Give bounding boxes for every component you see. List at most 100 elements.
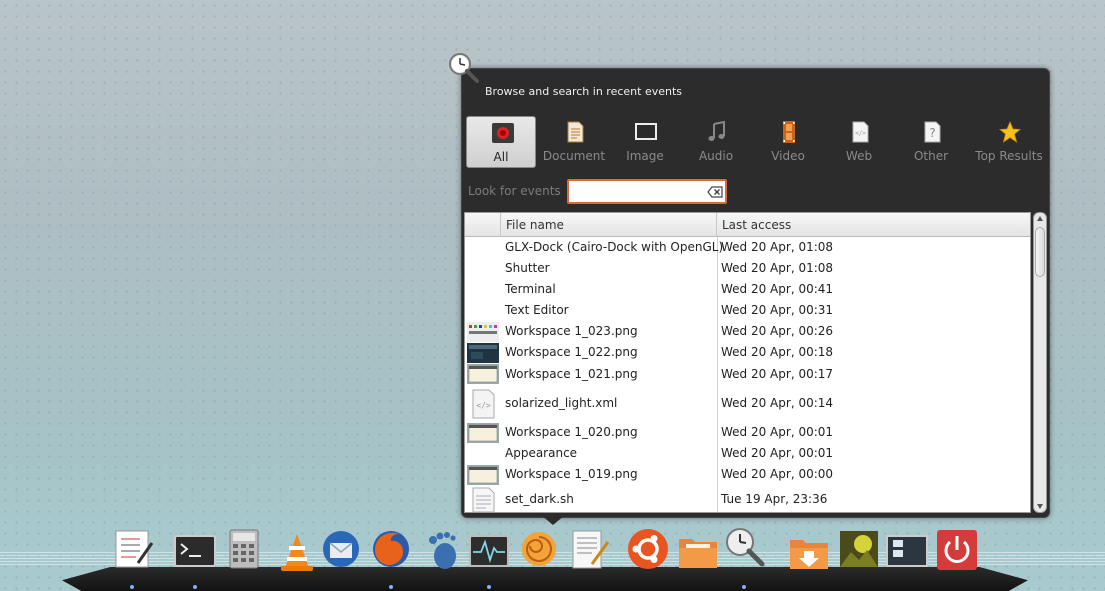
text-editor-icon[interactable] [568,528,612,572]
search-label: Look for events [468,184,561,198]
svg-text:</>: </> [855,130,866,137]
tab-label: Document [542,149,606,163]
last-access-cell: Wed 20 Apr, 00:01 [721,425,834,439]
scrollbar-thumb[interactable] [1035,227,1045,277]
table-header: File name Last access [465,213,1030,237]
tab-audio[interactable]: Audio [681,116,751,168]
last-access-cell: Wed 20 Apr, 01:08 [721,240,834,254]
xml-file-icon: </> [467,389,499,422]
tab-label: Audio [698,149,734,163]
table-row[interactable]: Workspace 1_022.png Wed 20 Apr, 00:18 [465,342,1030,363]
scroll-up-arrow-icon[interactable] [1036,215,1044,223]
table-row[interactable]: set_dark.sh Tue 19 Apr, 23:36 [465,485,1030,512]
last-access-cell: Wed 20 Apr, 00:31 [721,303,834,317]
table-row[interactable]: Appearance Wed 20 Apr, 00:01 [465,443,1030,464]
tab-other[interactable]: ? Other [896,116,966,168]
file-manager-icon[interactable] [676,530,720,574]
workspace-switcher-icon[interactable] [885,530,929,574]
ubuntu-logo-icon[interactable] [626,527,670,571]
window-pointer [541,515,565,525]
question-file-icon: ? [924,121,941,143]
tab-label: All [493,150,509,164]
calculator-icon[interactable] [222,527,266,571]
tab-video[interactable]: Video [753,116,823,168]
tab-label: Other [913,149,949,163]
tab-label: Top Results [975,149,1043,163]
last-access-cell: Wed 20 Apr, 00:18 [721,345,834,359]
music-note-icon [708,121,725,141]
vertical-scrollbar[interactable] [1033,212,1047,513]
tab-label: Video [771,149,805,163]
file-name-cell: Text Editor [505,303,569,317]
table-row[interactable]: Workspace 1_023.png Wed 20 Apr, 00:26 [465,321,1030,342]
table-row[interactable]: Workspace 1_021.png Wed 20 Apr, 00:17 [465,363,1030,387]
tab-label: Image [626,149,664,163]
last-access-cell: Wed 20 Apr, 00:26 [721,324,834,338]
search-input[interactable] [572,183,704,200]
notes-icon[interactable] [112,527,156,571]
last-access-cell: Wed 20 Apr, 00:14 [721,396,834,410]
tab-web[interactable]: </> Web [824,116,894,168]
table-row[interactable]: Shutter Wed 20 Apr, 01:08 [465,258,1030,279]
file-name-cell: Appearance [505,446,578,460]
gnome-foot-icon[interactable] [419,528,463,572]
image-viewer-icon[interactable] [837,528,881,572]
star-icon [998,121,1022,143]
tab-document[interactable]: Document [539,116,609,168]
events-table: File name Last access GLX-Dock (Cairo-Do… [464,212,1031,513]
table-row[interactable]: Workspace 1_020.png Wed 20 Apr, 00:01 [465,422,1030,443]
last-access-cell: Wed 20 Apr, 00:01 [721,446,834,460]
document-icon [567,121,584,143]
file-name-cell: Terminal [505,282,556,296]
table-row[interactable]: </> solarized_light.xml Wed 20 Apr, 00:14 [465,385,1030,422]
tab-all[interactable]: All [466,116,536,168]
svg-text:?: ? [929,126,935,140]
downloads-folder-icon[interactable] [787,531,831,575]
last-access-cell: Wed 20 Apr, 00:00 [721,467,834,481]
clock-search-icon[interactable] [446,51,480,83]
tab-label: Web [845,149,873,163]
clear-text-icon[interactable] [707,186,723,198]
system-monitor-icon[interactable] [467,530,511,574]
file-name-cell: set_dark.sh [505,492,574,506]
thumbnail-image [467,364,499,387]
table-row[interactable]: Text Editor Wed 20 Apr, 00:31 [465,300,1030,321]
file-name-cell: GLX-Dock (Cairo-Dock with OpenGL) [505,240,724,254]
web-page-icon: </> [852,121,869,143]
nautilus-shell-icon[interactable] [517,527,561,571]
column-header-icon[interactable] [465,213,501,237]
file-name-cell: Shutter [505,261,550,275]
file-name-cell: solarized_light.xml [505,396,618,410]
table-row[interactable]: GLX-Dock (Cairo-Dock with OpenGL) Wed 20 … [465,237,1030,258]
last-access-cell: Tue 19 Apr, 23:36 [721,492,828,506]
last-access-cell: Wed 20 Apr, 00:41 [721,282,834,296]
column-header-file-name[interactable]: File name [501,213,717,237]
terminal-icon[interactable] [173,530,217,574]
power-icon[interactable] [935,528,979,572]
table-row[interactable]: Terminal Wed 20 Apr, 00:41 [465,279,1030,300]
film-strip-icon [783,121,795,143]
category-tabs: All Document Image Audio Video </> Web ?… [466,116,1050,168]
text-file-icon [467,487,499,512]
file-name-cell: Workspace 1_021.png [505,367,638,381]
clock-search-icon[interactable] [722,524,766,568]
last-access-cell: Wed 20 Apr, 00:17 [721,367,834,381]
table-row[interactable]: Workspace 1_019.png Wed 20 Apr, 00:00 [465,464,1030,485]
column-header-last-access[interactable]: Last access [717,213,1030,237]
image-icon [635,123,657,140]
window-title: Browse and search in recent events [485,85,683,98]
search-field[interactable] [567,179,727,204]
recent-events-window: Browse and search in recent events All D… [461,68,1050,518]
file-name-cell: Workspace 1_023.png [505,324,638,338]
tab-image[interactable]: Image [610,116,680,168]
thunderbird-icon[interactable] [319,527,363,571]
svg-text:</>: </> [476,401,491,410]
scroll-down-arrow-icon[interactable] [1036,502,1044,510]
file-name-cell: Workspace 1_020.png [505,425,638,439]
last-access-cell: Wed 20 Apr, 01:08 [721,261,834,275]
firefox-icon[interactable] [369,526,413,570]
file-name-cell: Workspace 1_022.png [505,345,638,359]
tab-top-results[interactable]: Top Results [969,116,1049,168]
record-icon [492,123,514,143]
vlc-icon[interactable] [275,530,319,574]
